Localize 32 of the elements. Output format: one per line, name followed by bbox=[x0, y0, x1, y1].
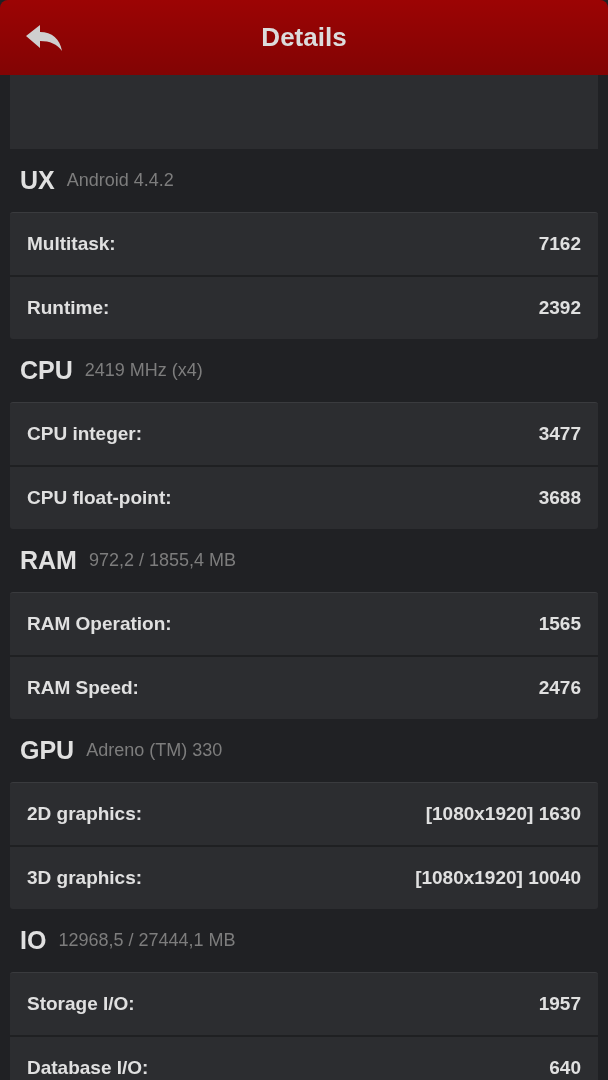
section-title: RAM bbox=[20, 546, 77, 575]
section-title: UX bbox=[20, 166, 55, 195]
result-value: 2392 bbox=[538, 297, 581, 319]
result-label: Database I/O: bbox=[27, 1057, 149, 1079]
section-title: GPU bbox=[20, 736, 75, 765]
result-label: RAM Operation: bbox=[27, 613, 172, 635]
result-label: Runtime: bbox=[27, 297, 110, 319]
result-value: 2476 bbox=[538, 677, 581, 699]
result-value: [1080x1920] 10040 bbox=[415, 867, 581, 889]
section-info: 972,2 / 1855,4 MB bbox=[88, 550, 237, 571]
result-value: [1080x1920] 1630 bbox=[425, 803, 581, 825]
result-label: Storage I/O: bbox=[27, 993, 135, 1015]
result-value: 3688 bbox=[538, 487, 581, 509]
result-label: 2D graphics: bbox=[27, 803, 143, 825]
screen-title: Details bbox=[261, 22, 347, 53]
section-info: 12968,5 / 27444,1 MB bbox=[58, 930, 236, 951]
result-label: RAM Speed: bbox=[27, 677, 139, 699]
section-info: 2419 MHz (x4) bbox=[84, 360, 203, 381]
section-title: CPU bbox=[20, 356, 73, 385]
result-value: 3477 bbox=[538, 423, 581, 445]
result-value: 1565 bbox=[538, 613, 581, 635]
result-label: CPU integer: bbox=[27, 423, 143, 445]
section-info: Adreno (TM) 330 bbox=[86, 740, 223, 761]
result-value: 1957 bbox=[538, 993, 581, 1015]
result-label: 3D graphics: bbox=[27, 867, 143, 889]
section-info: Android 4.4.2 bbox=[66, 170, 174, 191]
result-value: 7162 bbox=[538, 233, 581, 255]
back-arrow-icon bbox=[24, 23, 64, 53]
result-label: CPU float-point: bbox=[27, 487, 172, 509]
result-label: Multitask: bbox=[27, 233, 116, 255]
section-title: IO bbox=[20, 926, 47, 955]
result-value: 640 bbox=[549, 1057, 581, 1079]
